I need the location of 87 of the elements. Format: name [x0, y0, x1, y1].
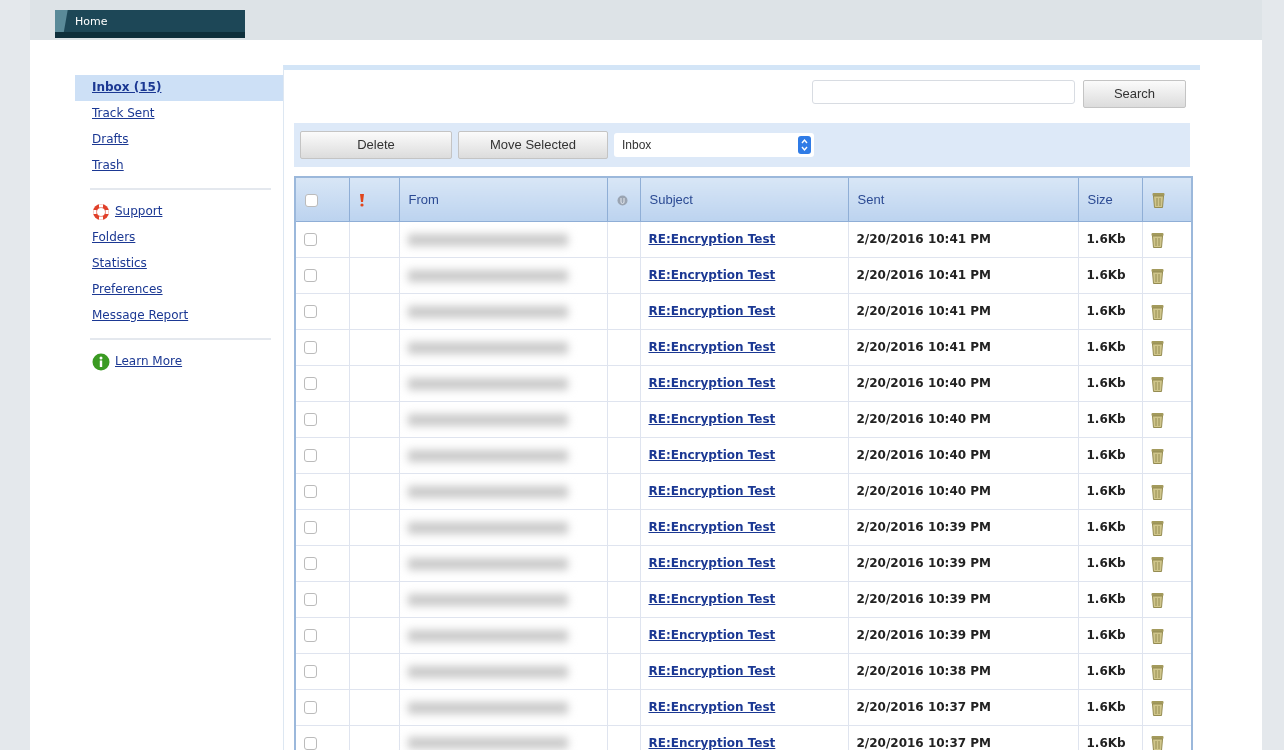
message-size: 1.6Kb — [1086, 700, 1126, 714]
checkbox[interactable] — [304, 269, 317, 282]
checkbox[interactable] — [304, 341, 317, 354]
sidebar-link[interactable]: Message Report — [75, 303, 283, 329]
sent-date: 2/20/2016 10:40 PM — [856, 412, 991, 426]
column-header[interactable]: Sent — [857, 191, 885, 207]
message-size: 1.6Kb — [1086, 340, 1126, 354]
trash-icon[interactable] — [1150, 447, 1164, 464]
trash-icon[interactable] — [1150, 555, 1164, 572]
message-size: 1.6Kb — [1086, 376, 1126, 390]
sent-date: 2/20/2016 10:39 PM — [856, 556, 991, 570]
checkbox[interactable] — [304, 413, 317, 426]
search-field[interactable] — [812, 80, 1075, 104]
sent-date: 2/20/2016 10:41 PM — [856, 304, 991, 318]
message-size: 1.6Kb — [1086, 268, 1126, 282]
move-button[interactable]: Move Selected — [458, 131, 608, 159]
lifebuoy-icon — [92, 202, 110, 221]
message-size: 1.6Kb — [1086, 735, 1126, 750]
sidebar-link[interactable]: Inbox (15) — [75, 75, 283, 101]
checkbox[interactable] — [304, 485, 317, 498]
sidebar-link[interactable]: Folders — [75, 225, 283, 251]
sidebar-link[interactable]: Support — [75, 199, 283, 225]
checkbox[interactable] — [304, 593, 317, 606]
checkbox[interactable] — [304, 233, 317, 246]
info-icon — [92, 352, 110, 371]
sent-date: 2/20/2016 10:40 PM — [856, 376, 991, 390]
message-size: 1.6Kb — [1086, 232, 1126, 246]
trash-icon[interactable] — [1150, 375, 1164, 392]
trash-icon[interactable] — [1150, 735, 1164, 750]
message-size: 1.6Kb — [1086, 556, 1126, 570]
dropdown-arrows-icon — [798, 136, 811, 154]
trash-icon[interactable] — [1150, 519, 1164, 536]
exclamation-icon — [358, 193, 365, 207]
sent-date: 2/20/2016 10:41 PM — [856, 232, 991, 246]
checkbox[interactable] — [305, 193, 318, 207]
trash-icon[interactable] — [1150, 483, 1164, 500]
checkbox[interactable] — [304, 736, 317, 750]
column-header[interactable]: Size — [1087, 191, 1113, 207]
sent-date: 2/20/2016 10:39 PM — [856, 628, 991, 642]
sent-date: 2/20/2016 10:39 PM — [856, 520, 991, 534]
delete-button[interactable]: Delete — [300, 131, 452, 159]
message-size: 1.6Kb — [1086, 592, 1126, 606]
checkbox[interactable] — [304, 629, 317, 642]
trash-icon[interactable] — [1150, 231, 1164, 248]
sidebar-link[interactable]: Drafts — [75, 127, 283, 153]
trash-icon[interactable] — [1150, 699, 1164, 716]
sent-date: 2/20/2016 10:37 PM — [856, 700, 991, 714]
trash-icon[interactable] — [1150, 303, 1164, 320]
search-button[interactable]: Search — [1083, 80, 1186, 108]
trash-icon[interactable] — [1150, 267, 1164, 284]
sent-date: 2/20/2016 10:41 PM — [856, 268, 991, 282]
checkbox[interactable] — [304, 449, 317, 462]
message-size: 1.6Kb — [1086, 304, 1126, 318]
attachment-icon — [616, 194, 628, 206]
column-header[interactable]: Subject — [649, 191, 693, 207]
trash-icon — [1151, 192, 1165, 209]
sidebar-link[interactable]: Learn More — [75, 349, 283, 375]
trash-icon[interactable] — [1150, 339, 1164, 356]
sent-date: 2/20/2016 10:40 PM — [856, 484, 991, 498]
message-size: 1.6Kb — [1086, 448, 1126, 462]
message-size: 1.6Kb — [1086, 664, 1126, 678]
checkbox[interactable] — [304, 305, 317, 318]
folder-dropdown[interactable]: Inbox — [614, 133, 814, 157]
trash-icon[interactable] — [1150, 591, 1164, 608]
message-size: 1.6Kb — [1086, 412, 1126, 426]
message-size: 1.6Kb — [1086, 628, 1126, 642]
sent-date: 2/20/2016 10:37 PM — [856, 735, 991, 750]
checkbox[interactable] — [304, 521, 317, 534]
message-size: 1.6Kb — [1086, 520, 1126, 534]
sent-date: 2/20/2016 10:40 PM — [856, 448, 991, 462]
trash-icon[interactable] — [1150, 411, 1164, 428]
checkbox[interactable] — [304, 377, 317, 390]
column-header[interactable]: From — [408, 191, 439, 207]
sidebar-link[interactable]: Statistics — [75, 251, 283, 277]
sent-date: 2/20/2016 10:39 PM — [856, 592, 991, 606]
sidebar-link[interactable]: Preferences — [75, 277, 283, 303]
sidebar-link[interactable]: Track Sent — [75, 101, 283, 127]
home-tab[interactable]: Home — [55, 10, 245, 38]
trash-icon[interactable] — [1150, 627, 1164, 644]
checkbox[interactable] — [304, 701, 317, 714]
trash-icon[interactable] — [1150, 663, 1164, 680]
sent-date: 2/20/2016 10:38 PM — [856, 664, 991, 678]
message-size: 1.6Kb — [1086, 484, 1126, 498]
checkbox[interactable] — [304, 557, 317, 570]
sent-date: 2/20/2016 10:41 PM — [856, 340, 991, 354]
checkbox[interactable] — [304, 665, 317, 678]
sidebar-link[interactable]: Trash — [75, 153, 283, 179]
